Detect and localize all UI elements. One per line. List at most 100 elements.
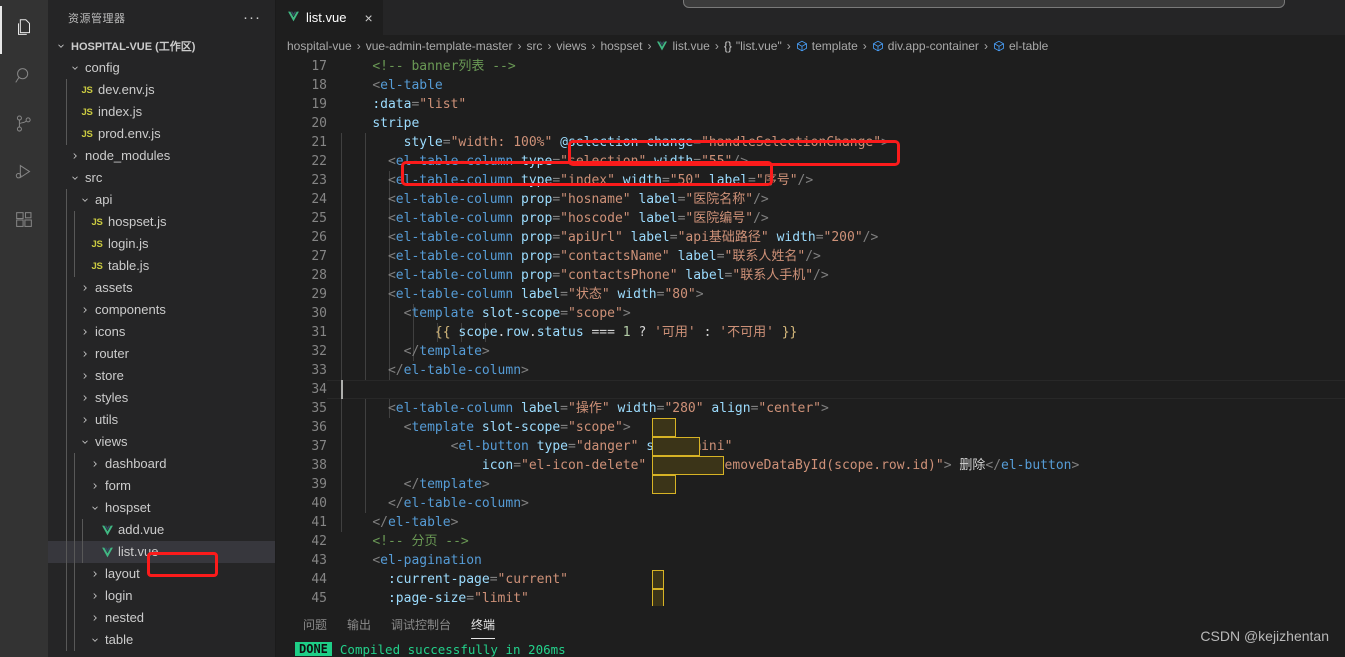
line-content: :page-size="limit" [341,589,529,606]
code-line[interactable]: 32 </template> [275,342,1345,361]
code-line[interactable]: 42 <!-- 分页 --> [275,532,1345,551]
explorer-more-actions-button[interactable]: ··· [243,10,267,25]
code-line[interactable]: 36 <template slot-scope="scope"> [275,418,1345,437]
tree-item-styles[interactable]: styles [48,387,275,409]
tree-item-api[interactable]: api [48,189,275,211]
panel-tabs[interactable]: 问题 输出 调试控制台 终端 [275,606,1345,641]
code-line[interactable]: 40 </el-table-column> [275,494,1345,513]
code-token: el-table-column [395,192,514,207]
code-line[interactable]: 44 :current-page="current" [275,570,1345,589]
tree-item-icons[interactable]: icons [48,321,275,343]
code-line[interactable]: 18 <el-table [275,76,1345,95]
quick-input-box[interactable] [683,0,1285,8]
file-tree[interactable]: config JS dev.env.js JS index.js JS prod.env.j… [48,57,275,657]
tab-close-icon[interactable]: × [364,11,372,25]
tree-item-login[interactable]: login [48,585,275,607]
code-line[interactable]: 23 <el-table-column type="index" width="… [275,171,1345,190]
tree-item-list-vue[interactable]: list.vue [48,541,275,563]
tree-item-hospset-js[interactable]: JS hospset.js [48,211,275,233]
tree-item-layout[interactable]: layout [48,563,275,585]
tree-item-table-js[interactable]: JS table.js [48,255,275,277]
code-line[interactable]: 21 style="width: 100%" @selection-change… [275,133,1345,152]
tree-item-index-js[interactable]: JS index.js [48,101,275,123]
breadcrumb-item-list-vue[interactable]: list.vue [656,39,710,53]
code-line[interactable]: 30 <template slot-scope="scope"> [275,304,1345,323]
activity-item-source-control[interactable] [0,102,48,150]
code-line[interactable]: 22 <el-table-column type="selection" wid… [275,152,1345,171]
code-line[interactable]: 43 <el-pagination [275,551,1345,570]
tree-item-utils[interactable]: utils [48,409,275,431]
line-number: 26 [311,230,327,245]
tree-item-router[interactable]: router [48,343,275,365]
code-line[interactable]: 20 stripe [275,114,1345,133]
code-line[interactable]: 35 <el-table-column label="操作" width="28… [275,399,1345,418]
code-line[interactable]: 31 {{ scope.row.status === 1 ? '可用' : '不… [275,323,1345,342]
tree-item-store[interactable]: store [48,365,275,387]
breadcrumb-item-vue-admin-template-master[interactable]: vue-admin-template-master [366,39,513,53]
tree-item-login-js[interactable]: JS login.js [48,233,275,255]
chevron-down-icon [54,41,68,51]
tree-item-prod-env-js[interactable]: JS prod.env.js [48,123,275,145]
breadcrumb-item-src[interactable]: src [526,39,542,53]
activity-item-explorer[interactable] [0,6,48,54]
tree-item-hospset[interactable]: hospset [48,497,275,519]
code-token: prop [521,230,553,245]
code-line[interactable]: 25 <el-table-column prop="hoscode" label… [275,209,1345,228]
breadcrumb-label: template [811,39,858,53]
panel-tab-调试控制台[interactable]: 调试控制台 [381,606,461,641]
code-line[interactable]: 33 </el-table-column> [275,361,1345,380]
code-line[interactable]: 39 </template> [275,475,1345,494]
activity-item-extensions[interactable] [0,198,48,246]
code-line[interactable]: 37 <el-button type="danger" size="mini" [275,437,1345,456]
tree-item-components[interactable]: components [48,299,275,321]
code-line[interactable]: 34 [275,380,1345,399]
code-line[interactable]: 24 <el-table-column prop="hosname" label… [275,190,1345,209]
breadcrumb-item-div-app-container[interactable]: div.app-container [872,39,979,53]
sidebar-editor-divider[interactable] [275,0,276,657]
breadcrumb-item-hospital-vue[interactable]: hospital-vue [287,39,352,53]
code-line[interactable]: 38 icon="el-icon-delete" @click="removeD… [275,456,1345,475]
code-token: width [654,154,694,169]
tree-item-dev-env-js[interactable]: JS dev.env.js [48,79,275,101]
breadcrumb-item-hospset[interactable]: hospset [600,39,642,53]
code-line[interactable]: 41 </el-table> [275,513,1345,532]
tree-item-table[interactable]: table [48,629,275,651]
panel-tab-终端[interactable]: 终端 [461,606,505,641]
code-token: stripe [372,116,420,131]
code-line[interactable]: 45 :page-size="limit" [275,589,1345,606]
code-line[interactable]: 19 :data="list" [275,95,1345,114]
workspace-root-row[interactable]: HOSPITAL-VUE (工作区) [48,35,275,57]
code-editor[interactable]: 17 <!-- banner列表 --> 18 <el-table 19 :data… [275,57,1345,606]
code-line[interactable]: 27 <el-table-column prop="contactsName" … [275,247,1345,266]
chevron-right-icon [90,481,101,492]
activity-item-search[interactable] [0,54,48,102]
tree-item-nested[interactable]: nested [48,607,275,629]
activity-item-run-debug[interactable] [0,150,48,198]
chevron-down-icon [80,437,91,448]
tree-item-assets[interactable]: assets [48,277,275,299]
tree-item-views[interactable]: views [48,431,275,453]
tree-item-dashboard[interactable]: dashboard [48,453,275,475]
code-line[interactable]: 17 <!-- banner列表 --> [275,57,1345,76]
panel-tab-输出[interactable]: 输出 [337,606,381,641]
code-token: template [419,477,482,492]
breadcrumb-item--list-vue-[interactable]: {} "list.vue" [724,39,782,53]
tree-item-src[interactable]: src [48,167,275,189]
line-content: </template> [341,342,490,361]
tree-item-config[interactable]: config [48,57,275,79]
code-lines[interactable]: 17 <!-- banner列表 --> 18 <el-table 19 :data… [275,57,1345,606]
tree-item-add-vue[interactable]: add.vue [48,519,275,541]
code-line[interactable]: 26 <el-table-column prop="apiUrl" label=… [275,228,1345,247]
breadcrumb[interactable]: hospital-vue › vue-admin-template-master › s… [275,35,1345,57]
panel-tab-问题[interactable]: 问题 [293,606,337,641]
line-content: <template slot-scope="scope"> [341,304,631,323]
code-line[interactable]: 29 <el-table-column label="状态" width="80… [275,285,1345,304]
tab-list-vue[interactable]: list.vue × [275,0,384,35]
tree-item-form[interactable]: form [48,475,275,497]
breadcrumb-item-template[interactable]: template [796,39,858,53]
breadcrumb-item-el-table[interactable]: el-table [993,39,1048,53]
code-line[interactable]: 28 <el-table-column prop="contactsPhone"… [275,266,1345,285]
breadcrumb-item-views[interactable]: views [556,39,586,53]
tree-item-node-modules[interactable]: node_modules [48,145,275,167]
